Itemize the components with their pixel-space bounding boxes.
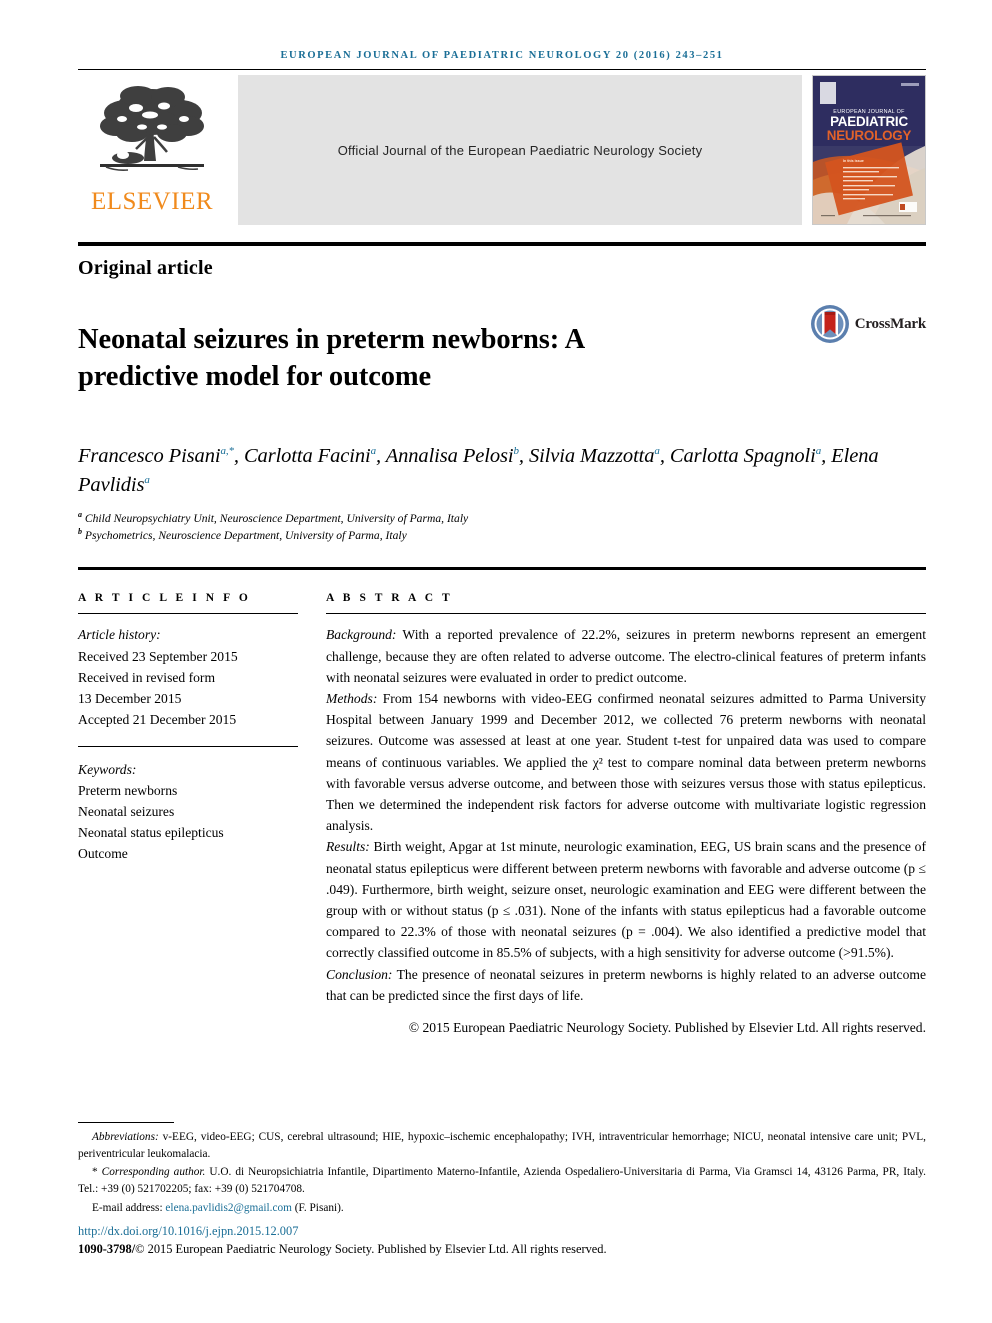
- abstract-background-text: With a reported prevalence of 22.2%, sei…: [326, 627, 926, 685]
- author-affil-marker[interactable]: a: [144, 475, 150, 487]
- footnote-email: E-mail address: elena.pavlidis2@gmail.co…: [78, 1200, 926, 1217]
- article-info-rule: [78, 613, 298, 615]
- crossmark-icon: [810, 305, 849, 343]
- keywords-block: Keywords: Preterm newborns Neonatal seiz…: [78, 759, 298, 864]
- journal-cover-image: EUROPEAN JOURNAL OF PAEDIATRIC NEUROLOGY…: [812, 75, 926, 225]
- journal-society-text: Official Journal of the European Paediat…: [337, 142, 703, 158]
- footnotes-body: Abbreviations: v-EEG, video-EEG; CUS, ce…: [78, 1129, 926, 1217]
- crossmark-badge[interactable]: CrossMark: [810, 302, 926, 344]
- abstract-conclusion: Conclusion: The presence of neonatal sei…: [326, 964, 926, 1006]
- affiliations: a Child Neuropsychiatry Unit, Neuroscien…: [78, 510, 926, 546]
- author-affil-marker[interactable]: a,*: [220, 445, 234, 457]
- crossmark-label: CrossMark: [854, 315, 926, 332]
- issn-prefix: 1090-3798/: [78, 1241, 136, 1256]
- svg-text:NEUROLOGY: NEUROLOGY: [827, 128, 912, 143]
- keyword-item[interactable]: Neonatal seizures: [78, 801, 298, 822]
- corresponding-author-marker: *: [92, 1166, 98, 1179]
- keywords-label: Keywords:: [78, 761, 137, 777]
- article-info-column: A R T I C L E I N F O Article history: R…: [78, 570, 316, 1038]
- abbreviations-text: v-EEG, video-EEG; CUS, cerebral ultrasou…: [78, 1131, 926, 1161]
- paper-page: EUROPEAN JOURNAL OF PAEDIATRIC NEUROLOGY…: [0, 0, 992, 1323]
- author-name: Annalisa Pelosi: [385, 445, 514, 468]
- email-link[interactable]: elena.pavlidis2@gmail.com: [165, 1202, 291, 1214]
- keyword-item[interactable]: Outcome: [78, 843, 298, 864]
- abstract-results: Results: Birth weight, Apgar at 1st minu…: [326, 836, 926, 963]
- article-history-label: Article history:: [78, 627, 161, 643]
- article-type-label: Original article: [78, 257, 213, 279]
- affiliation-item: a Child Neuropsychiatry Unit, Neuroscien…: [78, 510, 926, 528]
- header-divider: [78, 69, 926, 70]
- elsevier-tree-icon: [100, 86, 204, 171]
- abstract-copyright: © 2015 European Paediatric Neurology Soc…: [408, 1020, 926, 1036]
- abstract-methods: Methods: From 154 newborns with video-EE…: [326, 688, 926, 836]
- affiliation-marker: b: [78, 527, 82, 537]
- journal-society-band: Official Journal of the European Paediat…: [238, 75, 802, 225]
- affiliation-marker: a: [78, 509, 82, 519]
- email-suffix: (F. Pisani).: [291, 1201, 344, 1214]
- journal-cover-artwork: EUROPEAN JOURNAL OF PAEDIATRIC NEUROLOGY…: [813, 76, 925, 224]
- issn-copyright-line: 1090-3798/© 2015 European Paediatric Neu…: [78, 1242, 926, 1257]
- author-affil-marker[interactable]: a: [371, 445, 377, 457]
- abstract-body: Background: With a reported prevalence o…: [326, 624, 926, 1038]
- abstract-results-text: Birth weight, Apgar at 1st minute, neuro…: [326, 839, 926, 961]
- abstract-conclusion-label: Conclusion:: [326, 966, 393, 982]
- abstract-background: Background: With a reported prevalence o…: [326, 624, 926, 688]
- abstract-conclusion-text: The presence of neonatal seizures in pre…: [326, 966, 926, 1003]
- abstract-background-label: Background:: [326, 627, 397, 643]
- page-content: EUROPEAN JOURNAL OF PAEDIATRIC NEUROLOGY…: [78, 0, 926, 1038]
- abstract-results-label: Results:: [326, 839, 370, 855]
- doi-link[interactable]: http://dx.doi.org/10.1016/j.ejpn.2015.12…: [78, 1224, 926, 1239]
- abstract-heading: A B S T R A C T: [326, 592, 453, 605]
- article-history-item: 13 December 2015: [78, 690, 182, 706]
- author-affil-marker[interactable]: a: [816, 445, 822, 457]
- footnotes-section: Abbreviations: v-EEG, video-EEG; CUS, ce…: [78, 1122, 926, 1257]
- article-info-heading: A R T I C L E I N F O: [78, 592, 251, 605]
- elsevier-wordmark: ELSEVIER: [90, 188, 214, 215]
- affiliation-text: Psychometrics, Neuroscience Department, …: [84, 529, 407, 543]
- footnote-divider: [78, 1122, 174, 1123]
- author-name: Silvia Mazzotta: [528, 445, 655, 468]
- svg-text:In this issue: In this issue: [843, 159, 864, 163]
- corresponding-author-label: Corresponding author.: [101, 1166, 206, 1179]
- author-affil-marker[interactable]: b: [513, 445, 519, 457]
- elsevier-logo-block: ELSEVIER: [78, 75, 226, 225]
- abstract-rule: [326, 613, 926, 615]
- footnote-corresponding-author: * Corresponding author. U.O. di Neuropsi…: [78, 1164, 926, 1198]
- running-head: EUROPEAN JOURNAL OF PAEDIATRIC NEUROLOGY…: [280, 50, 724, 61]
- article-history-block: Article history: Received 23 September 2…: [78, 624, 298, 729]
- article-history-item: Received in revised form: [78, 669, 216, 685]
- article-type-divider: [78, 242, 926, 246]
- author-name: Francesco Pisani: [78, 445, 221, 468]
- keywords-rule: [78, 745, 298, 747]
- masthead: ELSEVIER Official Journal of the Europea…: [78, 75, 926, 225]
- footnote-abbreviations: Abbreviations: v-EEG, video-EEG; CUS, ce…: [78, 1129, 926, 1163]
- keyword-item[interactable]: Neonatal status epilepticus: [78, 822, 298, 843]
- info-abstract-columns: A R T I C L E I N F O Article history: R…: [78, 570, 926, 1038]
- title-row: Neonatal seizures in preterm newborns: A…: [78, 302, 926, 414]
- author-name: Carlotta Spagnoli: [669, 445, 816, 468]
- abstract-column: A B S T R A C T Background: With a repor…: [316, 570, 926, 1038]
- affiliation-item: b Psychometrics, Neuroscience Department…: [78, 527, 926, 545]
- keyword-item[interactable]: Preterm newborns: [78, 780, 298, 801]
- issn-copyright-text: © 2015 European Paediatric Neurology Soc…: [135, 1241, 607, 1256]
- author-name: Carlotta Facini: [243, 445, 371, 468]
- email-label: E-mail address:: [92, 1201, 163, 1214]
- svg-text:PAEDIATRIC: PAEDIATRIC: [830, 114, 908, 129]
- author-list: Francesco Pisania,*, Carlotta Facinia, A…: [78, 445, 879, 497]
- abstract-methods-text: From 154 newborns with video-EEG confirm…: [326, 691, 926, 834]
- article-history-item: Accepted 21 December 2015: [78, 711, 237, 727]
- abstract-methods-label: Methods:: [326, 691, 378, 707]
- article-history-item: Received 23 September 2015: [78, 648, 238, 664]
- page-title: Neonatal seizures in preterm newborns: A…: [78, 324, 584, 393]
- corresponding-author-text: U.O. di Neuropsichiatria Infantile, Dipa…: [78, 1166, 926, 1196]
- author-affil-marker[interactable]: a: [654, 445, 660, 457]
- affiliation-text: Child Neuropsychiatry Unit, Neuroscience…: [84, 511, 469, 525]
- abbreviations-label: Abbreviations:: [92, 1131, 159, 1143]
